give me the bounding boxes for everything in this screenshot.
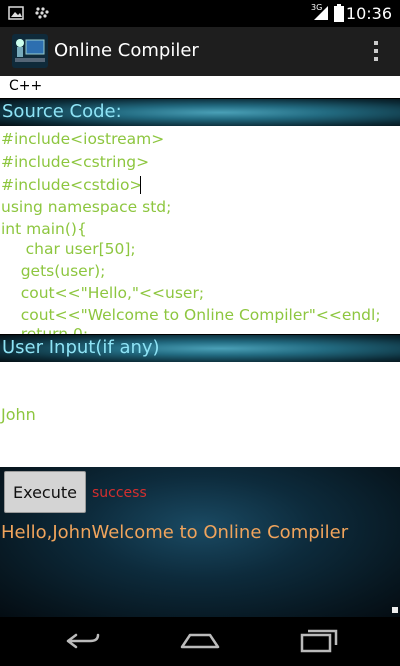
action-bar: Online Compiler [0, 27, 400, 76]
code-line: cout<<"Welcome to Online Compiler"<<endl… [1, 306, 381, 324]
code-line: #include<cstring> [1, 153, 150, 171]
home-icon[interactable] [178, 625, 222, 657]
app-logo-icon [12, 34, 48, 68]
output-panel: Execute success Hello,JohnWelcome to Onl… [0, 467, 400, 617]
signal-icon [314, 6, 328, 20]
code-line: using namespace std; [1, 198, 172, 216]
source-code-label: Source Code: [2, 101, 122, 122]
clock: 10:36 [345, 4, 392, 23]
bbm-notification-icon [35, 7, 49, 19]
user-input-label: User Input(if any) [2, 337, 160, 358]
program-output: Hello,JohnWelcome to Online Compiler [1, 522, 349, 543]
overflow-menu-icon[interactable] [370, 39, 382, 63]
code-line: cout<<"Hello,"<<user; [1, 284, 205, 302]
user-input-header: User Input(if any) [0, 335, 400, 362]
code-line: int main(){ [1, 220, 87, 238]
back-icon[interactable] [60, 625, 104, 657]
user-input-field[interactable]: John [0, 362, 400, 467]
source-code-editor[interactable]: #include<iostream> #include<cstring> #in… [0, 126, 400, 334]
status-text: success [92, 485, 147, 501]
app-title: Online Compiler [54, 40, 199, 61]
code-line: #include<cstdio> [1, 176, 143, 194]
recents-icon[interactable] [296, 625, 340, 657]
code-line: char user[50]; [1, 240, 136, 258]
code-line: gets(user); [1, 262, 106, 280]
text-caret [140, 176, 141, 194]
user-input-value: John [1, 405, 36, 424]
language-value: C++ [9, 78, 43, 94]
scrollbar-handle[interactable] [392, 607, 398, 613]
source-code-header: Source Code: [0, 99, 400, 126]
navigation-bar [0, 617, 400, 666]
image-notification-icon [8, 6, 24, 20]
status-bar: 3G 10:36 [0, 0, 400, 27]
language-selector[interactable]: C++ [0, 76, 400, 98]
execute-button[interactable]: Execute [4, 471, 86, 513]
battery-icon [334, 4, 344, 22]
code-line: #include<iostream> [1, 130, 165, 148]
code-line: return 0; [1, 325, 89, 334]
